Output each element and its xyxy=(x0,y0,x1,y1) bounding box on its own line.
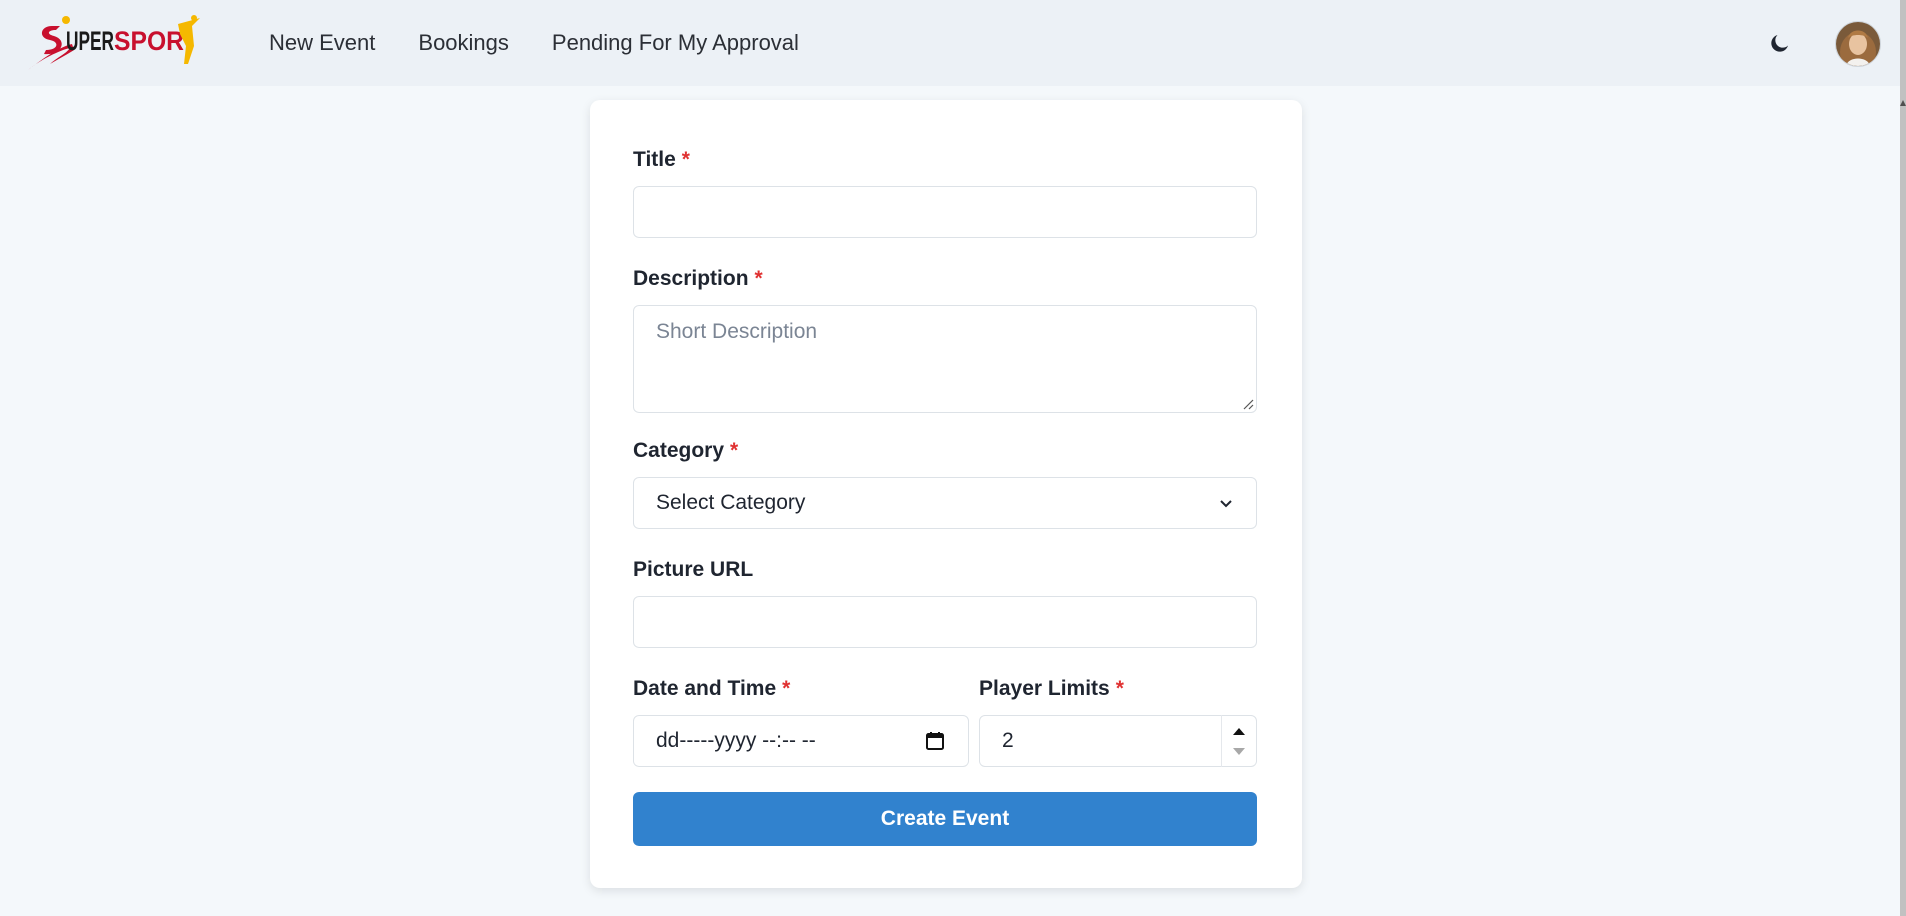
category-label: Category * xyxy=(633,439,739,462)
player-limits-input[interactable]: 2 xyxy=(979,715,1257,767)
date-time-label: Date and Time * xyxy=(633,677,791,700)
calendar-icon[interactable] xyxy=(924,730,946,752)
spinner-up-icon xyxy=(1233,728,1245,735)
date-time-placeholder: dd-----yyyy --:-- -- xyxy=(656,729,816,752)
spinner-down-icon xyxy=(1233,748,1245,755)
category-selected-value: Select Category xyxy=(656,491,806,514)
resize-grip-icon[interactable] xyxy=(1242,398,1254,410)
nav-new-event[interactable]: New Event xyxy=(269,30,375,56)
title-label: Title * xyxy=(633,148,690,171)
picture-url-label: Picture URL xyxy=(633,558,754,581)
scroll-up-arrow-icon[interactable] xyxy=(1900,100,1906,106)
navbar: UPER SPOR New Event Bookings Pending For… xyxy=(0,0,1900,86)
create-event-form: Title* Description* Category* Select Cat… xyxy=(590,100,1302,888)
page-scrollbar[interactable] xyxy=(1900,0,1906,916)
nav-links: New Event Bookings Pending For My Approv… xyxy=(269,0,842,86)
nav-pending-approval[interactable]: Pending For My Approval xyxy=(552,30,799,56)
nav-bookings[interactable]: Bookings xyxy=(418,30,509,56)
svg-text:SPOR: SPOR xyxy=(114,26,184,56)
create-event-button[interactable]: Create Event xyxy=(633,792,1257,846)
chevron-down-icon xyxy=(1220,500,1232,508)
supersport-logo[interactable]: UPER SPOR xyxy=(26,14,202,72)
description-textarea[interactable] xyxy=(633,305,1257,413)
dark-mode-toggle-moon-icon[interactable] xyxy=(1768,31,1792,55)
date-time-input[interactable]: dd-----yyyy --:-- -- xyxy=(633,715,969,767)
picture-url-input[interactable] xyxy=(633,596,1257,648)
player-limits-value: 2 xyxy=(1002,729,1014,752)
category-select[interactable]: Select Category xyxy=(633,477,1257,529)
svg-text:UPER: UPER xyxy=(66,26,114,56)
description-label: Description * xyxy=(633,267,763,290)
user-avatar[interactable] xyxy=(1835,21,1881,67)
player-limits-label: Player Limits * xyxy=(979,677,1124,700)
number-spinner[interactable] xyxy=(1221,715,1256,767)
title-input[interactable] xyxy=(633,186,1257,238)
